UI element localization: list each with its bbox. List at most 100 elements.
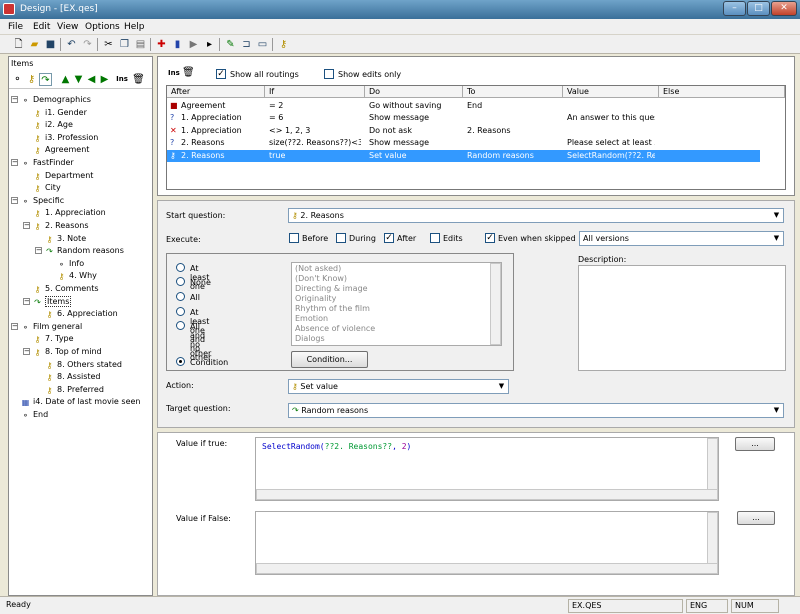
open-icon[interactable]: ▰ xyxy=(28,38,41,51)
tree-item[interactable]: ⚷ i2. Age xyxy=(33,120,73,130)
routing-icon[interactable]: ⊐ xyxy=(240,38,253,51)
tree-item[interactable]: ⚷ 5. Comments xyxy=(33,284,99,294)
answer-item[interactable]: Originality xyxy=(295,294,336,303)
column-header[interactable]: Do xyxy=(365,86,463,98)
tree-item[interactable]: ⚷ Agreement xyxy=(33,145,90,155)
tree-item[interactable]: ⚷ 8. Assisted xyxy=(45,372,101,382)
tree-item[interactable]: ⚬ Specific xyxy=(21,196,64,206)
menu-view[interactable]: View xyxy=(57,22,78,32)
route-icon[interactable]: ↷ xyxy=(39,73,52,86)
value-if-false-browse-button[interactable]: ... xyxy=(737,511,775,525)
tree-item[interactable]: ⚷ 7. Type xyxy=(33,334,74,344)
move-right-icon[interactable]: ▶ xyxy=(98,73,111,86)
condition-radio[interactable] xyxy=(176,277,185,286)
tree-item[interactable]: ⚬ End xyxy=(21,410,48,420)
column-header[interactable]: If xyxy=(265,86,365,98)
redo-icon[interactable]: ↷ xyxy=(81,38,94,51)
vertical-scrollbar[interactable] xyxy=(707,438,718,490)
new-icon[interactable]: 🗋 xyxy=(12,38,25,51)
tree-item[interactable]: ⚷ 1. Appreciation xyxy=(33,208,106,218)
tree-item[interactable]: ⚷ 3. Note xyxy=(45,234,87,244)
menu-edit[interactable]: Edit xyxy=(33,22,50,32)
cut-icon[interactable]: ✂ xyxy=(102,38,115,51)
maximize-button[interactable]: □ xyxy=(747,1,770,16)
move-left-icon[interactable]: ◀ xyxy=(85,73,98,86)
copy-icon[interactable]: ❐ xyxy=(118,38,131,51)
condition-radio[interactable] xyxy=(176,321,185,330)
target-question-select[interactable]: ↷ Random reasons ▼ xyxy=(288,403,784,418)
tree-item[interactable]: ⚷ i1. Gender xyxy=(33,108,87,118)
versions-select[interactable]: All versions ▼ xyxy=(579,231,784,246)
tree-item[interactable]: ⚬ Info xyxy=(57,259,84,269)
tree-item[interactable]: ↷ Random reasons xyxy=(45,246,124,256)
horizontal-scrollbar[interactable] xyxy=(256,563,718,574)
collapse-toggle[interactable]: − xyxy=(11,159,18,166)
tree-item[interactable]: ⚷ 8. Top of mind xyxy=(33,347,102,357)
value-if-false-editor[interactable] xyxy=(255,511,719,575)
condition-radio[interactable] xyxy=(176,307,185,316)
description-field[interactable] xyxy=(578,265,786,371)
tree-item[interactable]: ↷ Items xyxy=(33,295,72,307)
answer-item[interactable]: Emotion xyxy=(295,314,328,323)
tree-item[interactable]: ⚷ Department xyxy=(33,171,94,181)
run-icon[interactable]: ▸ xyxy=(203,38,216,51)
column-header[interactable]: To xyxy=(463,86,563,98)
tree-item[interactable]: ⚬ Demographics xyxy=(21,95,91,105)
during-checkbox[interactable] xyxy=(336,233,346,243)
answer-item[interactable]: Directing & image xyxy=(295,284,368,293)
value-if-true-editor[interactable]: SelectRandom(??2. Reasons??, 2) xyxy=(255,437,719,501)
edit-icon[interactable]: ✎ xyxy=(224,38,237,51)
collapse-toggle[interactable]: − xyxy=(23,348,30,355)
collapse-toggle[interactable]: − xyxy=(11,96,18,103)
forward-icon[interactable]: ▶ xyxy=(187,38,200,51)
language-flag-icon[interactable]: ✚ xyxy=(155,38,168,51)
tree-item[interactable]: ⚷ 8. Others stated xyxy=(45,360,122,370)
condition-radio[interactable] xyxy=(176,263,185,272)
collapse-toggle[interactable]: − xyxy=(11,196,18,204)
answer-item[interactable]: (Not asked) xyxy=(295,264,341,273)
paste-icon[interactable]: ▤ xyxy=(134,38,147,51)
tree-item[interactable]: ⚬ FastFinder xyxy=(21,158,74,168)
tree-item[interactable]: ⚷ 6. Appreciation xyxy=(45,309,118,319)
tree-item[interactable]: ⚷ 8. Preferred xyxy=(45,385,104,395)
column-header[interactable]: Else xyxy=(659,86,785,98)
answers-list[interactable]: (Not asked) (Don't Know) Directing & image… xyxy=(291,262,502,346)
vertical-scrollbar[interactable] xyxy=(707,512,718,564)
minimize-button[interactable]: – xyxy=(723,1,746,16)
column-header[interactable]: After xyxy=(167,86,265,98)
insert-routing-button[interactable]: Ins xyxy=(168,69,180,77)
tree-item[interactable]: ⚷ City xyxy=(33,183,61,193)
group-icon[interactable]: ⚬ xyxy=(11,73,24,86)
collapse-toggle[interactable]: − xyxy=(11,322,18,330)
delete-icon[interactable]: 🗑 xyxy=(132,73,145,86)
move-down-icon[interactable]: ▼ xyxy=(72,73,85,86)
condition-button[interactable]: Condition... xyxy=(291,351,368,368)
answer-item[interactable]: Dialogs xyxy=(295,334,325,343)
show-edits-checkbox[interactable] xyxy=(324,69,334,79)
even-when-skipped-checkbox[interactable]: ✓ xyxy=(485,233,495,243)
tree-item[interactable]: ⚬ Film general xyxy=(21,322,82,332)
book-icon[interactable]: ▮ xyxy=(171,38,184,51)
save-icon[interactable]: ■ xyxy=(44,38,57,51)
menu-help[interactable]: Help xyxy=(124,22,145,32)
insert-button[interactable]: Ins xyxy=(114,73,130,86)
start-question-select[interactable]: ⚷ 2. Reasons ▼ xyxy=(288,208,784,223)
layout-icon[interactable]: ▭ xyxy=(256,38,269,51)
answer-item[interactable]: Absence of violence xyxy=(295,324,375,333)
answer-item[interactable]: (Don't Know) xyxy=(295,274,347,283)
move-up-icon[interactable]: ▲ xyxy=(59,73,72,86)
condition-radio[interactable] xyxy=(176,292,185,301)
menu-file[interactable]: File xyxy=(8,22,23,32)
show-all-checkbox[interactable]: ✓ xyxy=(216,69,226,79)
column-header[interactable]: Value xyxy=(563,86,659,98)
before-checkbox[interactable] xyxy=(289,233,299,243)
after-checkbox[interactable]: ✓ xyxy=(384,233,394,243)
question-icon[interactable]: ⚷ xyxy=(25,73,38,86)
tree-item[interactable]: ⚷ 4. Why xyxy=(57,271,97,281)
action-select[interactable]: ⚷ Set value ▼ xyxy=(288,379,509,394)
tree-item[interactable]: ▦ i4. Date of last movie seen xyxy=(21,397,141,407)
value-if-true-browse-button[interactable]: ... xyxy=(735,437,775,451)
undo-icon[interactable]: ↶ xyxy=(65,38,78,51)
collapse-toggle[interactable]: − xyxy=(23,222,30,229)
collapse-toggle[interactable]: − xyxy=(35,247,42,255)
